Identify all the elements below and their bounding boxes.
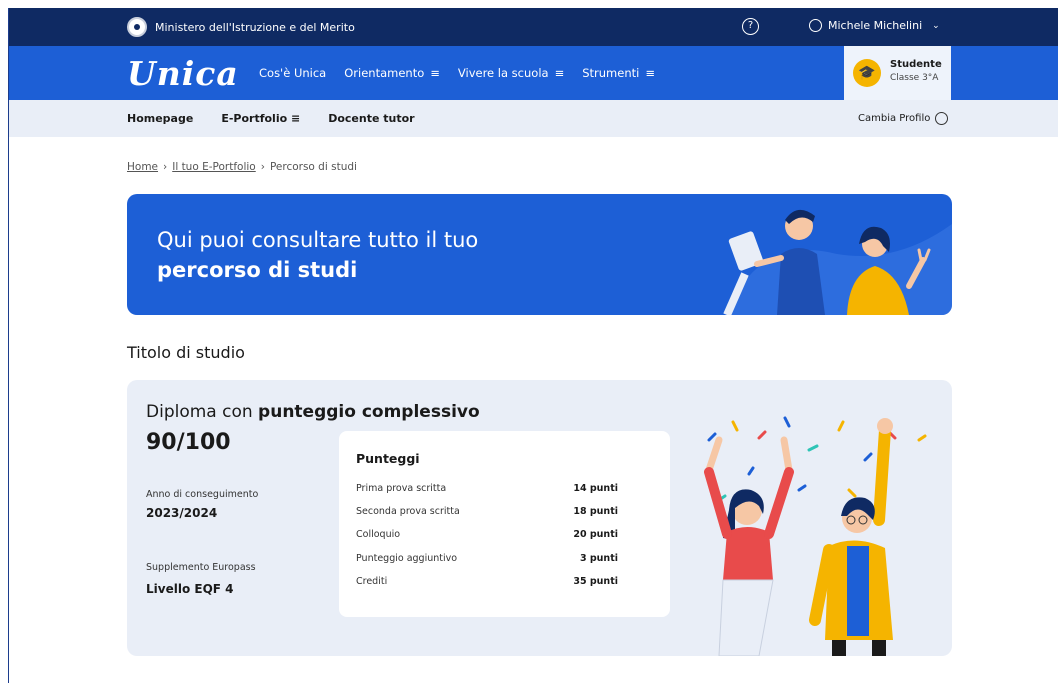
celebrating-students-illustration — [704, 416, 927, 656]
score-row-label: Colloquio — [356, 529, 401, 540]
breadcrumb-home[interactable]: Home — [127, 161, 158, 173]
scores-box: Punteggi Prima prova scritta 14 punti Se… — [339, 431, 670, 617]
change-profile-label: Cambia Profilo — [858, 113, 931, 124]
main-navigation: Unica Cos'è Unica Orientamento ≡ Vivere l… — [9, 46, 1058, 100]
diploma-title: Diploma con punteggio complessivo — [146, 402, 480, 422]
score-row: Colloquio 20 punti — [356, 529, 618, 540]
hero-title-line2: percorso di studi — [157, 258, 358, 282]
user-icon — [809, 19, 822, 32]
nav-item-cose-unica[interactable]: Cos'è Unica — [259, 66, 326, 80]
subnav-item-docente-tutor[interactable]: Docente tutor — [328, 112, 414, 125]
nav-item-vivere-la-scuola[interactable]: Vivere la scuola ≡ — [458, 66, 564, 80]
breadcrumb-separator: › — [260, 161, 265, 173]
year-value: 2023/2024 — [146, 506, 218, 520]
sub-navigation: Homepage E-Portfolio ≡ Docente tutor Cam… — [9, 100, 1058, 137]
score-row-value: 3 punti — [579, 553, 618, 564]
score-row-value: 20 punti — [573, 529, 618, 540]
score-row-label: Seconda prova scritta — [356, 506, 460, 517]
total-score: 90/100 — [146, 430, 231, 455]
nav-item-label: Orientamento — [344, 66, 425, 80]
year-label: Anno di conseguimento — [146, 489, 259, 500]
unica-logo[interactable]: Unica — [127, 54, 239, 93]
subnav-item-label: E-Portfolio — [221, 112, 288, 125]
nav-links: Cos'è Unica Orientamento ≡ Vivere la scuo… — [259, 66, 655, 80]
profile-role: Studente — [890, 59, 942, 70]
breadcrumb: Home › Il tuo E-Portfolio › Percorso di … — [127, 161, 357, 173]
profile-class: Classe 3°A — [890, 73, 939, 83]
score-row: Punteggio aggiuntivo 3 punti — [356, 553, 618, 564]
supplement-value: Livello EQF 4 — [146, 582, 234, 596]
subnav-item-e-portfolio[interactable]: E-Portfolio ≡ — [221, 112, 300, 125]
nav-item-label: Cos'è Unica — [259, 66, 327, 80]
score-row: Seconda prova scritta 18 punti — [356, 506, 618, 517]
hero-title-line1: Qui puoi consultare tutto il tuo — [157, 228, 479, 252]
ministry-name: Ministero dell'Istruzione e del Merito — [155, 20, 355, 34]
breadcrumb-e-portfolio[interactable]: Il tuo E-Portfolio — [172, 161, 256, 173]
score-row-value: 18 punti — [573, 506, 618, 517]
ministry-bar: Ministero dell'Istruzione e del Merito ?… — [9, 8, 1058, 46]
score-row-label: Crediti — [356, 576, 388, 587]
score-row-label: Prima prova scritta — [356, 483, 447, 494]
nav-item-orientamento[interactable]: Orientamento ≡ — [344, 66, 440, 80]
score-row-value: 35 punti — [573, 576, 618, 587]
profile-card[interactable]: 🎓 Studente Classe 3°A — [844, 46, 951, 100]
students-illustration — [723, 209, 952, 315]
nav-item-strumenti[interactable]: Strumenti ≡ — [582, 66, 655, 80]
user-menu[interactable]: Michele Michelini ⌄ — [809, 19, 940, 32]
score-row-value: 14 punti — [573, 483, 618, 494]
graduation-cap-icon: 🎓 — [853, 59, 881, 87]
score-row: Prima prova scritta 14 punti — [356, 483, 618, 494]
ministry-link[interactable]: Ministero dell'Istruzione e del Merito — [127, 17, 355, 37]
section-title: Titolo di studio — [127, 343, 245, 362]
diploma-title-bold: punteggio complessivo — [258, 402, 480, 422]
nav-item-label: Vivere la scuola — [457, 66, 549, 80]
diploma-title-prefix: Diploma con — [146, 402, 253, 422]
help-icon[interactable]: ? — [742, 18, 759, 35]
hero-banner: Qui puoi consultare tutto il tuo percors… — [127, 194, 952, 315]
scores-title: Punteggi — [356, 451, 420, 466]
score-row: Crediti 35 punti — [356, 576, 618, 587]
menu-icon: ≡ — [430, 66, 440, 80]
alarm-clock-icon — [935, 112, 949, 125]
menu-icon: ≡ — [645, 66, 655, 80]
menu-icon: ≡ — [291, 112, 301, 125]
user-name: Michele Michelini — [828, 19, 923, 32]
republic-emblem-icon — [127, 17, 147, 37]
score-row-label: Punteggio aggiuntivo — [356, 553, 458, 564]
page: Ministero dell'Istruzione e del Merito ?… — [8, 8, 1058, 683]
diploma-card: Diploma con punteggio complessivo 90/100… — [127, 380, 952, 656]
subnav-item-homepage[interactable]: Homepage — [127, 112, 193, 125]
chevron-down-icon: ⌄ — [932, 20, 940, 31]
supplement-label: Supplemento Europass — [146, 562, 256, 573]
breadcrumb-current: Percorso di studi — [269, 161, 357, 173]
breadcrumb-separator: › — [163, 161, 168, 173]
nav-item-label: Strumenti — [582, 66, 640, 80]
change-profile-button[interactable]: Cambia Profilo — [858, 112, 949, 125]
menu-icon: ≡ — [554, 66, 565, 80]
